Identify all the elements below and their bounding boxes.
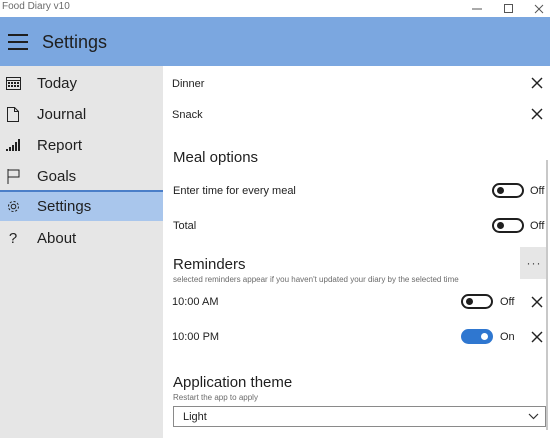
sidebar: Today Journal Report Goals Settings ? Ab… [0,66,163,438]
hamburger-menu-icon[interactable] [8,33,30,51]
document-icon [5,106,21,122]
toggle-state: Off [530,185,545,197]
maximize-icon [504,3,513,13]
sidebar-item-journal[interactable]: Journal [0,99,163,129]
sidebar-item-goals[interactable]: Goals [0,161,163,191]
remove-dinner-button[interactable] [530,76,544,90]
sidebar-item-label: Settings [37,198,92,215]
theme-title: Application theme [173,374,293,391]
remove-reminder-2-button[interactable] [530,330,544,344]
theme-select[interactable]: Light [173,406,546,427]
reminder-1-toggle[interactable] [461,294,493,309]
bar-chart-icon [5,137,21,153]
chevron-down-icon [528,413,539,420]
minimize-button[interactable] [460,0,494,17]
toggle-state: Off [530,220,545,232]
sidebar-item-about[interactable]: ? About [0,223,163,253]
theme-select-value: Light [183,411,207,423]
close-icon [534,4,544,13]
window-titlebar: Food Diary v10 [0,0,550,17]
gear-icon [5,198,21,214]
sidebar-item-report[interactable]: Report [0,130,163,160]
sidebar-item-label: Journal [37,106,87,123]
more-icon: ··· [526,256,542,270]
page-title: Settings [42,32,108,52]
meal-label-snack: Snack [172,109,203,121]
meal-option-label: Enter time for every meal [173,185,296,197]
sidebar-item-label: Report [37,137,83,154]
reminders-hint: selected reminders appear if you haven't… [173,275,459,284]
sidebar-item-label: Goals [37,168,77,185]
remove-reminder-1-button[interactable] [530,295,544,309]
remove-snack-button[interactable] [530,107,544,121]
sidebar-item-today[interactable]: Today [0,68,163,98]
reminder-time[interactable]: 10:00 PM [172,331,219,343]
toggle-state: Off [500,296,515,308]
meal-options-title: Meal options [173,149,259,166]
app-header: Settings [0,17,550,66]
meal-label-dinner: Dinner [172,78,205,90]
reminders-more-button[interactable]: ··· [520,247,548,279]
total-toggle[interactable] [492,218,524,233]
reminder-2-toggle[interactable] [461,329,493,344]
theme-hint: Restart the app to apply [173,393,258,402]
sidebar-item-label: Today [37,75,78,92]
time-every-meal-toggle[interactable] [492,183,524,198]
sidebar-item-label: About [37,230,77,247]
close-window-button[interactable] [522,0,550,17]
settings-panel: Dinner Snack Meal options Enter time for… [163,66,550,438]
sidebar-item-settings[interactable]: Settings [0,190,163,221]
calendar-icon [5,75,21,91]
meal-option-label: Total [173,220,197,232]
window-title: Food Diary v10 [2,1,70,12]
scrollbar[interactable] [546,160,548,430]
minimize-icon [472,8,482,9]
reminder-time[interactable]: 10:00 AM [172,296,218,308]
reminders-title: Reminders [173,256,246,273]
flag-icon [5,168,21,184]
question-icon: ? [8,229,18,247]
toggle-state: On [500,331,515,343]
maximize-button[interactable] [492,0,526,17]
